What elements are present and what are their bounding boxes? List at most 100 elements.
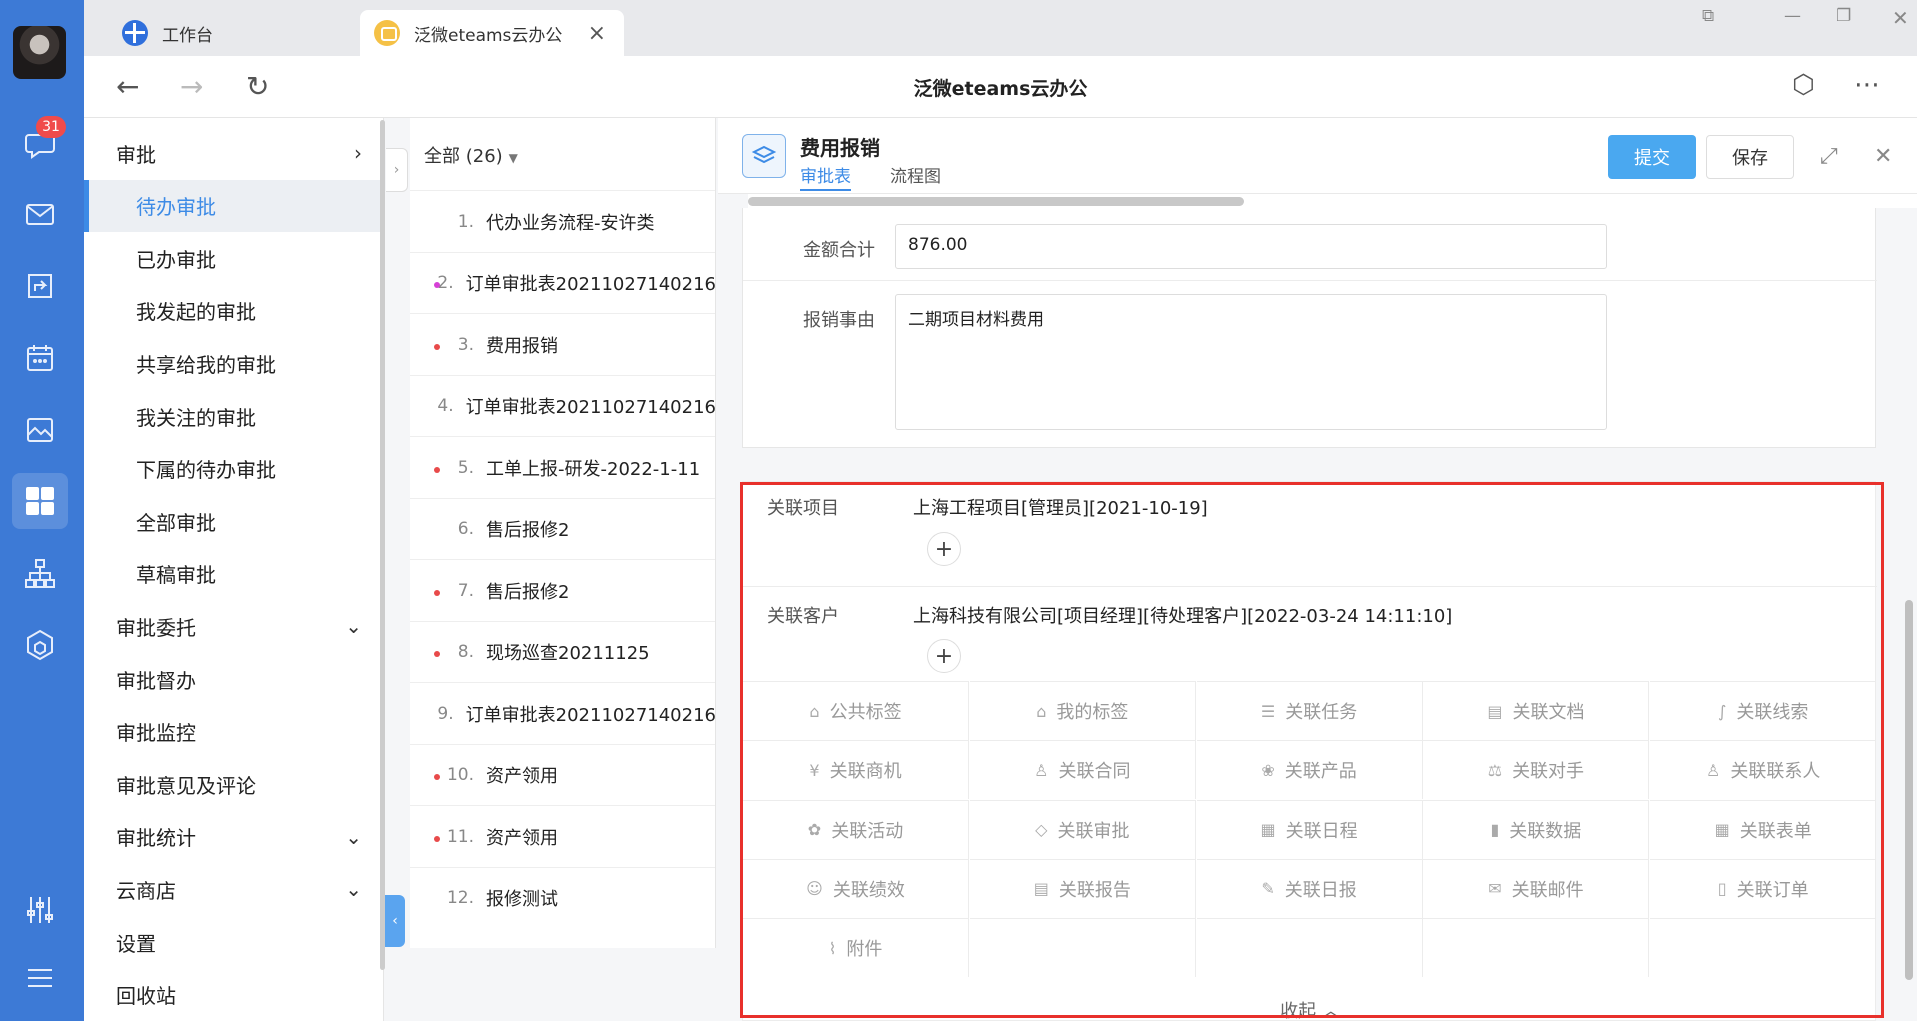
mail-icon[interactable] <box>20 194 60 234</box>
approval-menu: 审批 › 待办审批 已办审批 我发起的审批 共享给我的审批 我关注的审批 下属的待办审批全部审… <box>84 118 384 1021</box>
menu-item[interactable]: 下属的待办审批 <box>84 443 383 495</box>
menu-item[interactable]: 审批委托 ⌄ <box>84 600 383 652</box>
close-tab-icon[interactable]: × <box>588 21 606 46</box>
restore-icon[interactable]: ❐ <box>1836 6 1851 26</box>
vertical-scrollbar[interactable] <box>1905 600 1913 980</box>
list-item[interactable]: 4. 订单审批表20211027140216 <box>410 374 715 437</box>
close-window-icon[interactable]: ✕ <box>1892 6 1909 30</box>
related-grid-item[interactable]: ☰ 关联任务 <box>1196 681 1423 740</box>
related-grid-item[interactable]: ⚖ 关联对手 <box>1423 740 1650 800</box>
menu-item[interactable]: 回收站 <box>84 969 383 1021</box>
menu-item[interactable]: 审批监控 <box>84 706 383 758</box>
calendar-icon: ▦ <box>1260 820 1276 840</box>
collapse-sidebar-handle[interactable]: ‹ <box>385 895 405 947</box>
menu-item[interactable]: 共享给我的审批 <box>84 337 383 389</box>
list-item[interactable]: 8. 现场巡查20211125 <box>410 620 715 683</box>
menu-item[interactable]: 审批督办 <box>84 653 383 705</box>
menu-item[interactable]: 设置 <box>84 916 383 968</box>
gallery-icon[interactable] <box>20 410 60 450</box>
settings-hex-icon[interactable]: ⬡ <box>1792 70 1815 100</box>
expand-handle[interactable]: › <box>386 148 408 192</box>
list-item[interactable]: 11. 资产领用 <box>410 805 715 867</box>
list-item[interactable]: 7. 售后报修2 <box>410 559 715 621</box>
related-grid-item[interactable]: ▦ 关联日程 <box>1196 799 1423 859</box>
horizontal-scrollbar[interactable] <box>748 194 1917 208</box>
related-grid-item[interactable]: ☺ 关联绩效 <box>743 858 969 918</box>
menu-item[interactable]: 审批意见及评论 <box>84 758 383 810</box>
pin-window-icon[interactable]: ⧉ <box>1702 6 1714 26</box>
list-item[interactable]: 5. 工单上报-研发-2022-1-11 <box>410 436 715 498</box>
menu-item[interactable]: 云商店 ⌄ <box>84 863 383 915</box>
list-item-title: 代办业务流程-安许类 <box>486 212 655 234</box>
related-grid-label: 关联表单 <box>1739 820 1812 842</box>
reason-field[interactable]: 二期项目材料费用 <box>895 294 1607 430</box>
menu-item[interactable]: 待办审批 <box>84 179 383 232</box>
org-chart-icon[interactable] <box>20 553 60 593</box>
related-grid-item[interactable]: ▯ 关联订单 <box>1650 858 1877 918</box>
related-grid-item[interactable]: ▮ 关联数据 <box>1423 799 1650 859</box>
collapse-button[interactable]: 收起 ︿ <box>743 997 1877 1021</box>
related-grid-item[interactable]: ♙ 关联联系人 <box>1650 740 1877 799</box>
amount-field[interactable]: 876.00 <box>895 224 1607 269</box>
menu-item[interactable]: 我关注的审批 <box>84 390 383 442</box>
save-button[interactable]: 保存 <box>1706 135 1794 179</box>
menu-item-label: 审批 <box>116 142 156 167</box>
menu-item[interactable]: 全部审批 <box>84 495 383 547</box>
calendar-icon[interactable] <box>20 338 60 378</box>
add-related-project-button[interactable]: + <box>927 532 961 566</box>
menu-scrollbar[interactable] <box>380 120 385 970</box>
hamburger-menu-icon[interactable] <box>20 958 60 998</box>
page-title: 泛微eteams云办公 <box>913 78 1088 100</box>
expand-icon[interactable]: ⤢ <box>1820 144 1838 169</box>
tab-workbench[interactable]: 工作台 <box>108 10 378 56</box>
related-project-value[interactable]: 上海工程项目[管理员][2021-10-19] <box>913 494 1208 520</box>
related-grid-item[interactable]: ▦ 关联表单 <box>1650 799 1877 859</box>
menu-item[interactable]: 审批统计 ⌄ <box>84 811 383 863</box>
related-grid-item[interactable]: ▤ 关联文档 <box>1423 681 1650 740</box>
menu-item-label: 全部审批 <box>136 510 216 535</box>
close-icon[interactable]: ✕ <box>1874 144 1892 169</box>
related-grid-item[interactable]: ◇ 关联审批 <box>969 799 1196 859</box>
unread-dot <box>434 466 440 473</box>
related-grid-item[interactable]: ⌂ 公共标签 <box>743 681 969 740</box>
avatar[interactable] <box>13 26 66 79</box>
related-grid-item[interactable]: ⌂ 我的标签 <box>969 681 1196 740</box>
related-customer-value[interactable]: 上海科技有限公司[项目经理][待处理客户][2022-03-24 14:11:1… <box>913 602 1452 628</box>
related-grid-item[interactable]: ¥ 关联商机 <box>743 740 969 800</box>
related-grid-item[interactable]: ❀ 关联产品 <box>1196 740 1423 800</box>
menu-item-label: 草稿审批 <box>136 563 216 588</box>
sliders-icon[interactable] <box>20 890 60 930</box>
share-icon[interactable] <box>20 266 60 306</box>
apps-icon[interactable] <box>20 481 60 521</box>
list-item[interactable]: 10. 资产领用 <box>410 743 715 806</box>
related-grid-label: 附件 <box>846 939 883 961</box>
list-filter[interactable]: 全部 (26) ▼ <box>424 142 518 168</box>
related-grid-item[interactable]: ∫ 关联线索 <box>1650 681 1877 740</box>
list-item[interactable]: 1. 代办业务流程-安许类 <box>410 190 715 252</box>
performance-icon: ☺ <box>806 879 823 899</box>
submit-button[interactable]: 提交 <box>1608 135 1696 179</box>
tab-approval-form[interactable]: 审批表 <box>800 162 851 191</box>
list-item[interactable]: 9. 订单审批表20211027140216 <box>410 682 715 744</box>
menu-item[interactable]: 已办审批 <box>84 232 383 284</box>
related-grid-item[interactable]: ♙ 关联合同 <box>969 740 1196 800</box>
list-item[interactable]: 6. 售后报修2 <box>410 497 715 560</box>
list-item[interactable]: 3. 费用报销 <box>410 313 715 375</box>
list-item[interactable]: 2. 订单审批表20211027140216 <box>410 251 715 314</box>
more-icon[interactable]: ⋯ <box>1854 70 1880 100</box>
menu-item[interactable]: 审批 › <box>84 127 383 179</box>
related-grid-item[interactable]: ✎ 关联日报 <box>1196 858 1423 918</box>
related-grid-item[interactable]: ▤ 关联报告 <box>969 858 1196 918</box>
list-item[interactable]: 12. 报修测试 <box>410 866 715 929</box>
related-grid-item[interactable]: ✿ 关联活动 <box>743 799 969 859</box>
clue-icon: ∫ <box>1718 701 1727 721</box>
menu-item[interactable]: 草稿审批 <box>84 548 383 600</box>
related-grid-item[interactable]: ⌇ 附件 <box>743 918 969 978</box>
cube-icon[interactable] <box>20 625 60 665</box>
add-related-customer-button[interactable]: + <box>927 639 961 673</box>
tab-flowchart[interactable]: 流程图 <box>890 162 941 187</box>
menu-item[interactable]: 我发起的审批 <box>84 285 383 337</box>
minimize-icon[interactable]: — <box>1784 6 1801 26</box>
tab-eteams[interactable]: 泛微eteams云办公 × <box>360 10 624 56</box>
related-grid-item[interactable]: ✉ 关联邮件 <box>1423 858 1650 918</box>
